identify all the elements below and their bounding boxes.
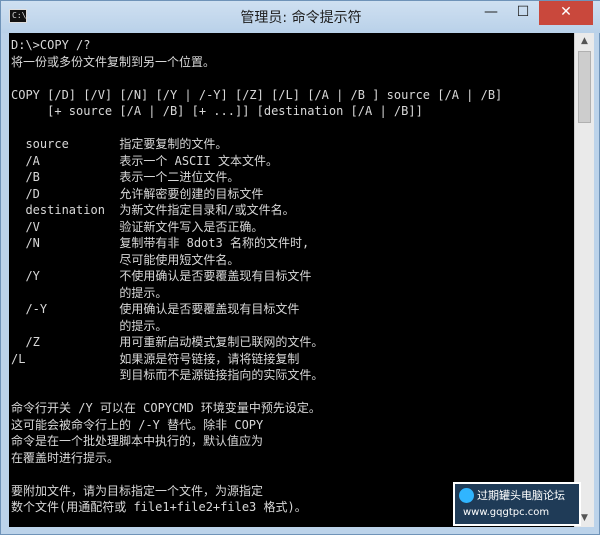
console-line: 数个文件(用通配符或 file1+file2+file3 格式)。 [11,500,307,514]
console-line: /A 表示一个 ASCII 文本文件。 [11,153,278,168]
console-line: /Z 用可重新启动模式复制已联网的文件。 [11,335,324,349]
console-line: source 指定要复制的文件。 [11,137,228,151]
maximize-button[interactable]: ☐ [507,1,539,25]
console-line: 将一份或多份文件复制到另一个位置。 [11,54,216,69]
scroll-up-arrow-icon[interactable]: ▲ [575,33,594,50]
console-line: /B 表示一个二进位文件。 [11,170,240,184]
console-line: destination 为新文件指定目录和/或文件名。 [11,203,295,217]
minimize-button[interactable]: — [475,1,507,25]
console-line: /V 验证新文件写入是否正确。 [11,219,264,234]
vertical-scrollbar[interactable]: ▲ ▼ [574,33,594,527]
console-line: [+ source [/A | /B] [+ ...]] [destinatio… [11,104,423,118]
console-line: 尽可能使用短文件名。 [11,252,240,267]
console-line: 到目标而不是源链接指向的实际文件。 [11,368,324,382]
console-line: /N 复制带有非 8dot3 名称的文件时, [11,236,310,250]
console-lines: D:\>COPY /? 将一份或多份文件复制到另一个位置。 COPY [/D] [/… [11,37,502,516]
command-prompt-window: C:\. 管理员: 命令提示符 — ☐ ✕ D:\>COPY /? 将一份或多份文… [0,0,600,535]
console-line: 命令行开关 /Y 可以在 COPYCMD 环境变量中预先设定。 [11,401,321,415]
close-button[interactable]: ✕ [539,1,593,25]
title-bar[interactable]: C:\. 管理员: 命令提示符 — ☐ ✕ [1,1,600,33]
console-line: 命令是在一个批处理脚本中执行的，默认值应为 [11,434,264,448]
console-line: 要附加文件，请为目标指定一个文件，为源指定 [11,483,264,498]
console-line: COPY [/D] [/V] [/N] [/Y | /-Y] [/Z] [/L]… [11,87,503,102]
watermark-logo-icon [459,488,474,503]
watermark-title: 过期罐头电脑论坛 [477,489,565,502]
console-line: /D 允许解密要创建的目标文件 [11,186,264,201]
watermark-badge: 过期罐头电脑论坛 www.gqgtpc.com [453,482,581,526]
console-line: 的提示。 [11,318,168,333]
scrollbar-thumb[interactable] [578,51,591,123]
console-line: /Y 不使用确认是否要覆盖现有目标文件 [11,269,312,283]
console-line: 的提示。 [11,285,168,300]
watermark-url: www.gqgtpc.com [463,507,550,518]
console-line: /-Y 使用确认是否要覆盖现有目标文件 [11,302,300,316]
console-line: 在覆盖时进行提示。 [11,450,120,465]
console-line: D:\>COPY /? [11,38,91,52]
console-line: 这可能会被命令行上的 /-Y 替代。除非 COPY [11,417,264,432]
console-line: /L 如果源是符号链接，请将链接复制 [11,351,300,366]
console-output[interactable]: D:\>COPY /? 将一份或多份文件复制到另一个位置。 COPY [/D] [/… [9,33,574,527]
